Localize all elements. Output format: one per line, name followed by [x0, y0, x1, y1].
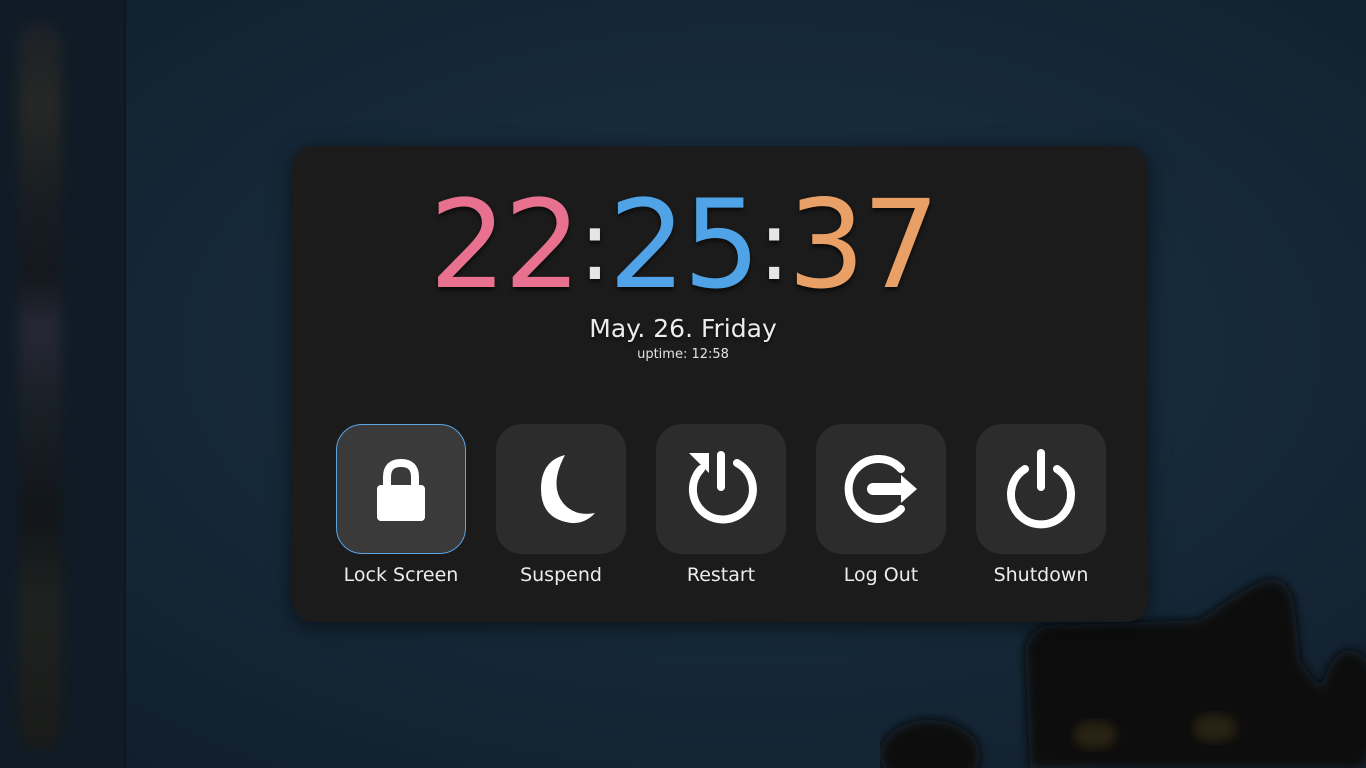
- power-actions: Lock Screen Suspend Restart Log Out Shut…: [336, 424, 1116, 594]
- logout-icon: [844, 455, 917, 523]
- suspend-tile[interactable]: [496, 424, 626, 554]
- date-label: May. 26. Friday: [589, 314, 777, 343]
- restart-label: Restart: [686, 564, 756, 586]
- suspend-label: Suspend: [520, 564, 602, 586]
- power-icon: [1007, 449, 1075, 529]
- restart-button[interactable]: Restart: [656, 424, 786, 586]
- restart-icon: [688, 451, 757, 524]
- shutdown-tile[interactable]: [976, 424, 1106, 554]
- lock-screen-button[interactable]: Lock Screen: [336, 424, 466, 586]
- clock-separator: :: [757, 189, 791, 303]
- dock-blur: [18, 20, 62, 750]
- log-out-label: Log Out: [843, 564, 919, 586]
- log-out-tile[interactable]: [816, 424, 946, 554]
- clock: 22:25:37: [0, 180, 1366, 319]
- suspend-button[interactable]: Suspend: [496, 424, 626, 586]
- lock-screen-label: Lock Screen: [343, 564, 459, 586]
- clock-separator: :: [578, 189, 611, 303]
- shutdown-label: Shutdown: [993, 564, 1089, 586]
- log-out-button[interactable]: Log Out: [816, 424, 946, 586]
- shutdown-button[interactable]: Shutdown: [976, 424, 1106, 586]
- clock-seconds: 37: [787, 174, 940, 316]
- lock-icon: [377, 458, 425, 521]
- moon-icon: [541, 455, 595, 524]
- uptime-label: uptime: 12:58: [637, 347, 729, 362]
- clock-hours: 22: [429, 174, 581, 316]
- blurred-dock: [0, 0, 126, 768]
- clock-minutes: 25: [608, 174, 760, 316]
- restart-tile[interactable]: [656, 424, 786, 554]
- lock-screen-tile[interactable]: [336, 424, 466, 554]
